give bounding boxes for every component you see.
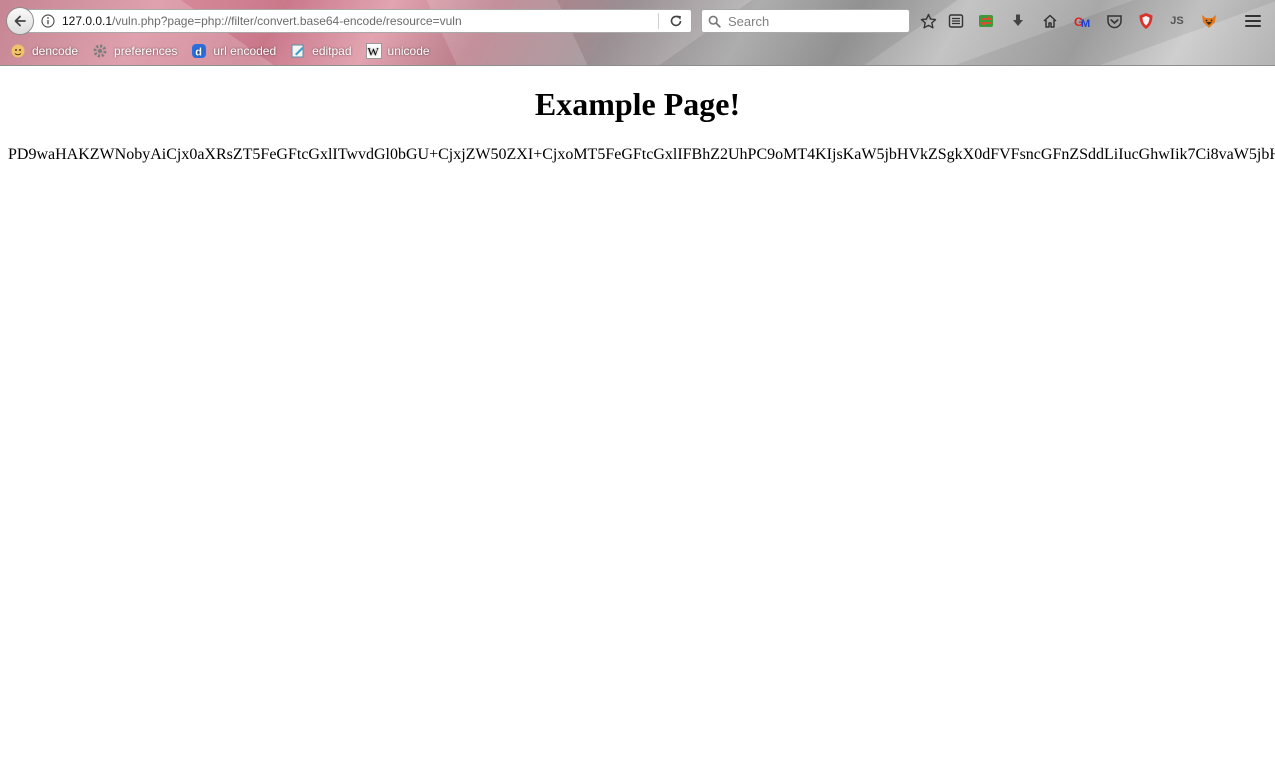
back-arrow-icon: [12, 13, 28, 29]
pocket-icon[interactable]: [1104, 11, 1124, 31]
sync-arrows-icon[interactable]: [976, 11, 996, 31]
bookmark-preferences[interactable]: preferences: [92, 43, 177, 59]
url-path: /vuln.php?page=php://filter/convert.base…: [112, 14, 462, 28]
bookmark-label: dencode: [32, 44, 79, 58]
url-encoded-icon: d: [191, 43, 207, 59]
page-heading: Example Page!: [534, 86, 741, 122]
fox-extension-icon[interactable]: [1199, 11, 1219, 31]
wikipedia-icon: W: [365, 43, 382, 59]
shield-extension-icon[interactable]: [1136, 11, 1156, 31]
bookmark-editpad[interactable]: editpad: [290, 43, 352, 59]
bookmark-label: unicode: [387, 44, 430, 58]
bookmark-dencode[interactable]: dencode: [10, 43, 78, 59]
url-host: 127.0.0.1: [62, 14, 113, 28]
bookmark-unicode[interactable]: W unicode: [365, 43, 430, 59]
base64-output-text: PD9waHAKZWNobyAiCjx0aXRsZT5FeGFtcGxlITwv…: [8, 146, 1275, 163]
js-extension-label: JS: [1170, 15, 1184, 27]
navigation-toolbar: 127.0.0.1/vuln.php?page=php://filter/con…: [0, 5, 1275, 37]
reader-list-icon[interactable]: [946, 11, 966, 31]
editpad-icon: [290, 43, 306, 59]
bookmark-label: editpad: [312, 44, 352, 58]
search-input[interactable]: [726, 12, 900, 30]
svg-text:W: W: [367, 45, 379, 59]
svg-text:d: d: [196, 47, 203, 59]
url-separator: [658, 13, 659, 29]
dencode-icon: [10, 43, 26, 59]
download-icon[interactable]: [1008, 11, 1028, 31]
browser-chrome: 127.0.0.1/vuln.php?page=php://filter/con…: [0, 0, 1275, 66]
star-bookmark-icon[interactable]: [918, 11, 938, 31]
info-icon[interactable]: [41, 14, 55, 28]
url-bar[interactable]: 127.0.0.1/vuln.php?page=php://filter/con…: [28, 9, 692, 33]
hamburger-menu-icon[interactable]: [1243, 11, 1263, 31]
bookmark-label: preferences: [114, 44, 178, 58]
svg-text:M: M: [1081, 18, 1090, 30]
page-content: Example Page! PD9waHAKZWNobyAiCjx0aXRsZT…: [0, 66, 1275, 762]
back-button[interactable]: [6, 7, 34, 35]
bookmarks-toolbar: dencode preferences d url encoded editpa…: [0, 40, 434, 62]
bookmark-url-encoded[interactable]: d url encoded: [191, 43, 276, 59]
gear-icon: [92, 43, 108, 59]
search-bar[interactable]: [701, 9, 910, 33]
js-extension-icon[interactable]: JS: [1167, 11, 1187, 31]
search-icon: [708, 15, 721, 28]
reload-icon[interactable]: [667, 13, 685, 29]
bookmark-label: url encoded: [213, 44, 277, 58]
home-icon[interactable]: [1040, 11, 1060, 31]
url-text[interactable]: 127.0.0.1/vuln.php?page=php://filter/con…: [62, 14, 462, 28]
gm-extension-icon[interactable]: GM: [1072, 11, 1092, 31]
